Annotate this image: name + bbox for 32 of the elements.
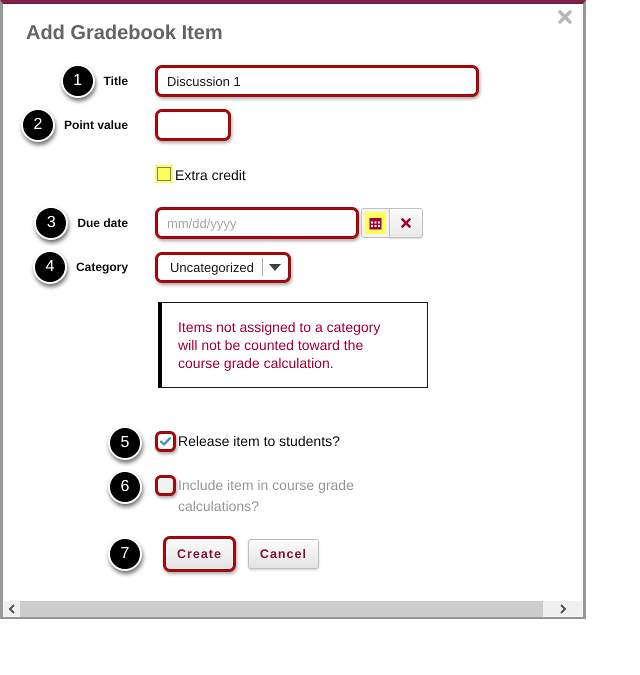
checkbox-label: Extra credit: [175, 166, 246, 185]
step-marker: 6: [108, 470, 142, 504]
checkbox[interactable]: [155, 431, 176, 452]
field-label: Due date: [77, 216, 128, 230]
info-notice: Items not assigned to a category will not be counted toward the course grade calculation.: [158, 302, 428, 388]
scroll-right-icon[interactable]: [560, 604, 567, 614]
scroll-left-icon[interactable]: [8, 604, 15, 614]
dialog-title: Add Gradebook Item: [26, 21, 223, 45]
field-label: Point value: [64, 118, 128, 132]
clear-icon: [401, 218, 411, 228]
step-marker: 5: [108, 426, 142, 460]
calendar-icon: [369, 216, 382, 230]
step-marker: 1: [60, 64, 95, 98]
step-marker: 4: [32, 250, 67, 284]
create-button[interactable]: Create: [163, 536, 236, 572]
text-field[interactable]: Discussion 1: [155, 65, 479, 97]
caret-icon: [269, 264, 281, 270]
calendar-button[interactable]: [361, 208, 389, 238]
step-marker: 2: [20, 108, 55, 142]
number-field[interactable]: [155, 109, 231, 141]
checkbox-label: Release item to students?: [178, 432, 340, 451]
cancel-button[interactable]: Cancel: [248, 539, 319, 569]
checkbox[interactable]: [155, 165, 173, 183]
check-icon: [160, 437, 171, 446]
date-field[interactable]: mm/dd/yyyy: [155, 207, 359, 239]
field-label: Category: [76, 260, 128, 274]
dropdown-select[interactable]: Uncategorized: [155, 252, 291, 282]
step-marker: 3: [34, 206, 68, 240]
checkbox-label: Include item in course grade calculations?: [178, 476, 355, 516]
clear-date-button[interactable]: [389, 208, 423, 238]
step-marker: 7: [108, 537, 142, 571]
field-label: Title: [104, 74, 128, 88]
